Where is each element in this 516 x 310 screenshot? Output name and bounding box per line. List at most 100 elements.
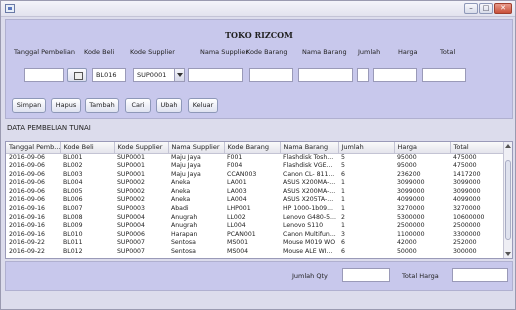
table-cell: Sentosa	[171, 248, 196, 256]
table-cell: 2016-09-06	[9, 196, 45, 204]
tambah-button[interactable]: Tambah	[85, 98, 119, 113]
table-cell: ASUS X205TA-...	[283, 196, 334, 204]
table-row[interactable]: 2016-09-06 BL001 SUP0001 Maju Jaya F001 Flash…	[6, 153, 504, 162]
table-row[interactable]: 2016-09-06 BL005 SUP0002 Aneka LA003 ASUS X20…	[6, 188, 504, 197]
table-cell: Mouse ALE WI...	[283, 248, 333, 256]
table-cell: SUP0002	[117, 196, 145, 204]
table-cell: LA001	[227, 179, 247, 187]
table-cell: 1	[341, 187, 345, 195]
column-header[interactable]: Harga	[394, 142, 451, 154]
column-header[interactable]: Nama Supplier	[168, 142, 225, 154]
table-cell: SUP0007	[117, 248, 145, 256]
label-tanggal: Tanggal Pembelian	[14, 48, 75, 56]
table-cell: 3	[341, 230, 345, 238]
keluar-button[interactable]: Keluar	[188, 98, 218, 113]
total-harga-label: Total Harga	[402, 272, 439, 280]
table-cell: 2016-09-06	[9, 153, 45, 161]
table-row[interactable]: 2016-09-16 BL009 SUP0004 Anugrah LL004 Lenovo…	[6, 222, 504, 231]
table-cell: 2500000	[453, 222, 481, 230]
table-cell: 2	[341, 213, 345, 221]
table-cell: 2016-09-22	[9, 248, 45, 256]
close-button[interactable]: ✕	[494, 3, 512, 14]
table-row[interactable]: 2016-09-06 BL004 SUP0002 Aneka LA001 ASUS X20…	[6, 179, 504, 188]
table-cell: Sentosa	[171, 239, 196, 247]
table-cell: Anugrah	[171, 222, 198, 230]
table-cell: LL004	[227, 222, 246, 230]
table-cell: Lenovo G480-5...	[283, 213, 336, 221]
label-kode-beli: Kode Beli	[84, 48, 115, 56]
table-cell: BL004	[63, 179, 83, 187]
jumlah-field[interactable]	[357, 68, 369, 82]
column-header[interactable]: Tanggal Pemb...	[6, 142, 61, 154]
table-cell: 6	[341, 170, 345, 178]
column-header[interactable]: Jumlah	[338, 142, 395, 154]
table-row[interactable]: 2016-09-22 BL012 SUP0007 Sentosa MS004 Mouse …	[6, 248, 504, 257]
table-cell: 6	[341, 239, 345, 247]
table-cell: Lenovo S110	[283, 222, 324, 230]
table-cell: 2016-09-06	[9, 170, 45, 178]
table-cell: 6	[341, 248, 345, 256]
nama-barang-field[interactable]	[298, 68, 353, 82]
calendar-icon[interactable]	[67, 68, 87, 82]
total-harga-field[interactable]	[452, 268, 508, 282]
column-header[interactable]: Kode Beli	[60, 142, 115, 154]
label-jumlah: Jumlah	[358, 48, 381, 56]
table-cell: Aneka	[171, 179, 191, 187]
table-row[interactable]: 2016-09-22 BL011 SUP0007 Sentosa MS001 Mouse …	[6, 239, 504, 248]
table-cell: HP 1000-1b09...	[283, 205, 333, 213]
table-cell: Abadi	[171, 205, 189, 213]
label-kode-supplier: Kode Supplier	[130, 48, 175, 56]
cari-button[interactable]: Cari	[125, 98, 151, 113]
table-cell: 1	[341, 179, 345, 187]
label-total: Total	[440, 48, 456, 56]
column-header[interactable]: Nama Barang	[280, 142, 339, 154]
tanggal-field[interactable]	[24, 68, 64, 82]
pembelian-table[interactable]: Tanggal Pemb... Kode Beli Kode Supplier …	[5, 141, 513, 259]
table-cell: BL009	[63, 222, 83, 230]
table-cell: BL001	[63, 153, 83, 161]
kode-barang-field[interactable]	[249, 68, 293, 82]
table-cell: 95000	[397, 162, 417, 170]
scroll-up-icon[interactable]	[505, 144, 511, 148]
table-row[interactable]: 2016-09-16 BL008 SUP0004 Anugrah LL002 Lenovo…	[6, 214, 504, 223]
scroll-thumb[interactable]	[505, 160, 511, 240]
chevron-down-icon[interactable]	[174, 69, 184, 81]
label-kode-barang: Kode Barang	[246, 48, 288, 56]
ubah-button[interactable]: Ubah	[156, 98, 182, 113]
column-header[interactable]: Kode Supplier	[114, 142, 169, 154]
table-cell: 1	[341, 196, 345, 204]
table-cell: 2016-09-06	[9, 162, 45, 170]
harga-field[interactable]	[373, 68, 417, 82]
title-bar[interactable]: – □ ✕	[1, 1, 515, 17]
table-cell: 475000	[453, 162, 477, 170]
minimize-button[interactable]: –	[464, 3, 478, 14]
jumlah-qty-field[interactable]	[342, 268, 390, 282]
table-cell: F004	[227, 162, 243, 170]
table-cell: MS004	[227, 248, 249, 256]
table-cell: 3270000	[397, 205, 425, 213]
column-header[interactable]: Kode Barang	[224, 142, 281, 154]
table-cell: SUP0006	[117, 230, 145, 238]
hapus-button[interactable]: Hapus	[51, 98, 81, 113]
vertical-scrollbar[interactable]	[503, 142, 512, 258]
kode-supplier-select[interactable]: SUP0001	[133, 68, 185, 82]
table-cell: SUP0001	[117, 153, 145, 161]
table-cell: BL010	[63, 230, 83, 238]
kode-beli-field[interactable]: BL016	[92, 68, 126, 82]
total-field[interactable]	[422, 68, 466, 82]
table-cell: SUP0001	[117, 170, 145, 178]
nama-supplier-field[interactable]	[188, 68, 243, 82]
simpan-button[interactable]: Simpan	[12, 98, 46, 113]
table-row[interactable]: 2016-09-16 BL010 SUP0006 Harapan PCAN001 Cano…	[6, 231, 504, 240]
table-row[interactable]: 2016-09-06 BL003 SUP0001 Maju Jaya CCAN003 Ca…	[6, 171, 504, 180]
label-nama-supplier: Nama Supplier	[200, 48, 249, 56]
table-row[interactable]: 2016-09-06 BL002 SUP0001 Maju Jaya F004 Flash…	[6, 162, 504, 171]
scroll-down-icon[interactable]	[505, 252, 511, 256]
table-row[interactable]: 2016-09-16 BL007 SUP0003 Abadi LHP001 HP 1000…	[6, 205, 504, 214]
table-cell: 50000	[397, 248, 417, 256]
kode-supplier-value: SUP0001	[137, 71, 167, 79]
table-row[interactable]: 2016-09-06 BL006 SUP0002 Aneka LA004 ASUS X20…	[6, 196, 504, 205]
table-cell: LA004	[227, 196, 247, 204]
column-header[interactable]: Total	[450, 142, 505, 154]
maximize-button[interactable]: □	[479, 3, 493, 14]
